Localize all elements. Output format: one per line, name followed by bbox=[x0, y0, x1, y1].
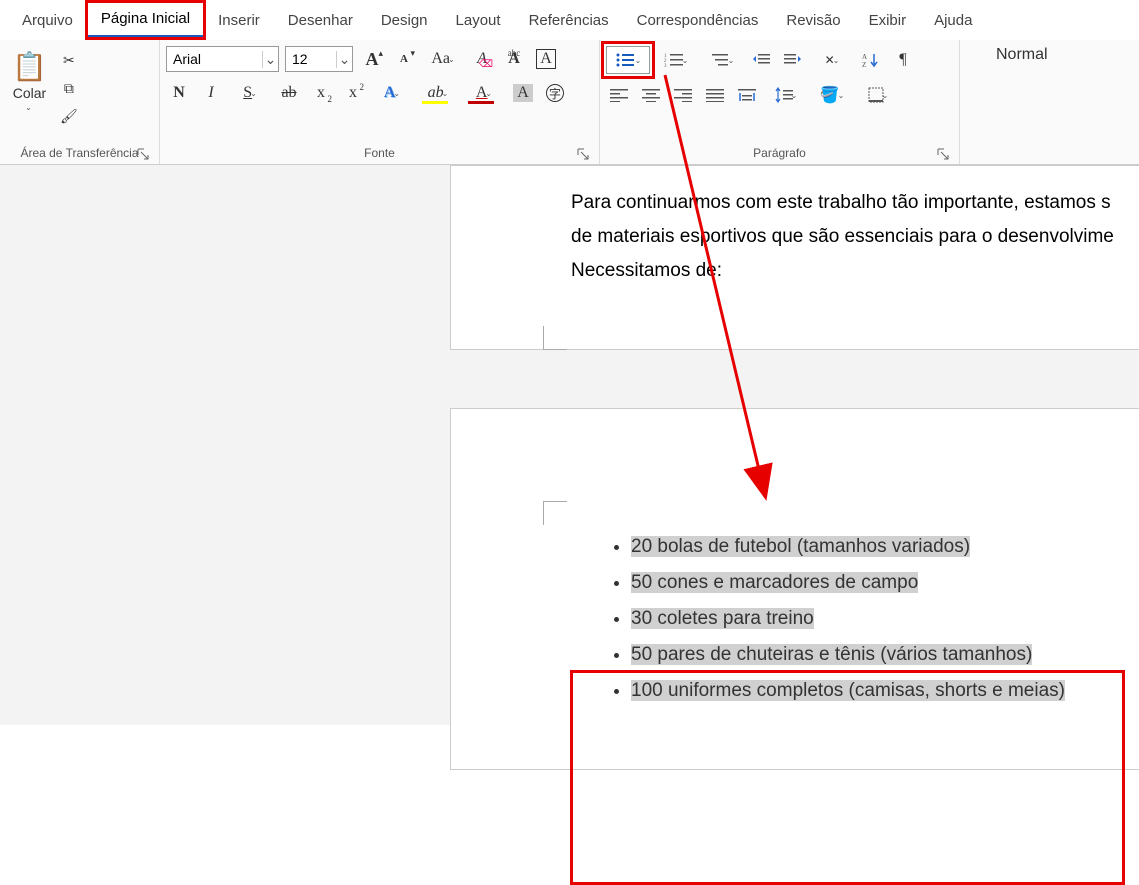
asian-layout-button[interactable]: ✕⌄ bbox=[812, 47, 852, 73]
ribbon: 📋 Colar ⌄ ✂ ⧉ 🖌 Área de Transferência ⌄ bbox=[0, 40, 1139, 165]
group-label-clipboard: Área de Transferência bbox=[6, 144, 153, 162]
format-painter-button[interactable]: 🖌 bbox=[59, 106, 79, 126]
dialog-launcher-icon[interactable] bbox=[137, 148, 149, 160]
tab-design[interactable]: Design bbox=[367, 4, 442, 37]
group-paragraph: ⌄ 123 ⌄ ⌄ ✕⌄ AZ bbox=[600, 40, 960, 164]
multilevel-list-button[interactable]: ⌄ bbox=[702, 47, 742, 73]
align-center-button[interactable] bbox=[638, 82, 664, 108]
bullets-button[interactable]: ⌄ bbox=[606, 46, 650, 74]
list-item[interactable]: 30 coletes para treino bbox=[631, 601, 1109, 637]
chevron-down-icon: ⌄ bbox=[25, 103, 32, 112]
chevron-down-icon: ⌄ bbox=[635, 56, 642, 65]
tab-inserir[interactable]: Inserir bbox=[204, 4, 274, 37]
dialog-launcher-icon[interactable] bbox=[937, 148, 949, 160]
grow-font-button[interactable]: A▴ bbox=[359, 46, 385, 72]
document-area[interactable]: Para continuarmos com este trabalho tão … bbox=[0, 165, 1139, 725]
shrink-font-button[interactable]: A▾ bbox=[391, 46, 417, 72]
tab-correspondencias[interactable]: Correspondências bbox=[623, 4, 773, 37]
paint-bucket-icon: 🪣 bbox=[820, 85, 840, 105]
copy-button[interactable]: ⧉ bbox=[59, 78, 79, 98]
tab-referencias[interactable]: Referências bbox=[515, 4, 623, 37]
page-1-bottom: Para continuarmos com este trabalho tão … bbox=[450, 165, 1139, 350]
svg-text:3: 3 bbox=[664, 64, 667, 68]
tab-desenhar[interactable]: Desenhar bbox=[274, 4, 367, 37]
scissors-icon: ✂ bbox=[63, 52, 75, 69]
clear-formatting-button[interactable]: A⌫ bbox=[469, 46, 495, 72]
numbering-button[interactable]: 123 ⌄ bbox=[656, 47, 696, 73]
paste-label: Colar bbox=[13, 85, 46, 101]
character-shading-button[interactable]: A bbox=[510, 80, 536, 106]
italic-button[interactable]: I bbox=[198, 80, 224, 106]
page-2-top: 20 bolas de futebol (tamanhos variados) … bbox=[450, 408, 1139, 770]
paragraph-text[interactable]: Para continuarmos com este trabalho tão … bbox=[451, 186, 1139, 289]
superscript-button[interactable]: x2 bbox=[340, 80, 366, 106]
subscript-button[interactable]: x2 bbox=[308, 80, 334, 106]
change-case-button[interactable]: Aa⌄ bbox=[423, 46, 463, 72]
ribbon-tabs: Arquivo Página Inicial Inserir Desenhar … bbox=[0, 0, 1139, 40]
tab-revisao[interactable]: Revisão bbox=[772, 4, 854, 37]
justify-button[interactable] bbox=[702, 82, 728, 108]
font-size-input[interactable] bbox=[286, 51, 336, 67]
cut-button[interactable]: ✂ bbox=[59, 50, 79, 70]
group-label-paragraph: Parágrafo bbox=[606, 144, 953, 162]
sort-button[interactable]: AZ bbox=[858, 47, 884, 73]
increase-indent-button[interactable] bbox=[780, 47, 806, 73]
svg-text:A: A bbox=[862, 53, 867, 61]
chevron-down-icon[interactable]: ⌄ bbox=[262, 51, 278, 68]
bold-button[interactable]: N bbox=[166, 80, 192, 106]
underline-button[interactable]: S⌄ bbox=[230, 80, 270, 106]
list-item[interactable]: 20 bolas de futebol (tamanhos variados) bbox=[631, 529, 1109, 565]
copy-icon: ⧉ bbox=[64, 80, 74, 97]
chevron-down-icon[interactable]: ⌄ bbox=[336, 51, 352, 68]
list-item[interactable]: 50 pares de chuteiras e tênis (vários ta… bbox=[631, 637, 1109, 673]
text-effects-button[interactable]: A⌄ bbox=[372, 80, 412, 106]
tab-pagina-inicial[interactable]: Página Inicial bbox=[87, 2, 204, 38]
shading-button[interactable]: 🪣⌄ bbox=[812, 82, 852, 108]
group-font: ⌄ ⌄ A▴ A▾ Aa⌄ A⌫ abcA A N I S⌄ ab x2 x2 bbox=[160, 40, 600, 164]
tab-arquivo[interactable]: Arquivo bbox=[8, 4, 87, 37]
show-paragraph-marks-button[interactable]: ¶ bbox=[890, 47, 916, 73]
font-color-button[interactable]: A⌄ bbox=[464, 80, 504, 106]
font-name-combo[interactable]: ⌄ bbox=[166, 46, 279, 72]
enclose-characters-button[interactable]: 字 bbox=[542, 80, 568, 106]
distributed-button[interactable] bbox=[734, 82, 760, 108]
tab-ajuda[interactable]: Ajuda bbox=[920, 4, 986, 37]
bulleted-list[interactable]: 20 bolas de futebol (tamanhos variados) … bbox=[571, 529, 1109, 709]
svg-text:Z: Z bbox=[862, 61, 866, 68]
highlight-button[interactable]: ab⌄ bbox=[418, 80, 458, 106]
group-styles: Normal bbox=[960, 40, 1139, 164]
paste-button[interactable]: 📋 Colar ⌄ bbox=[6, 46, 53, 116]
line-spacing-button[interactable]: ⌄ bbox=[766, 82, 806, 108]
font-name-input[interactable] bbox=[167, 51, 262, 67]
align-right-button[interactable] bbox=[670, 82, 696, 108]
strikethrough-button[interactable]: ab bbox=[276, 80, 302, 106]
tab-layout[interactable]: Layout bbox=[442, 4, 515, 37]
align-left-button[interactable] bbox=[606, 82, 632, 108]
list-item[interactable]: 100 uniformes completos (camisas, shorts… bbox=[631, 673, 1109, 709]
clipboard-icon: 📋 bbox=[12, 50, 47, 83]
decrease-indent-button[interactable] bbox=[748, 47, 774, 73]
tab-exibir[interactable]: Exibir bbox=[855, 4, 921, 37]
character-border-button[interactable]: A bbox=[533, 46, 559, 72]
group-clipboard: 📋 Colar ⌄ ✂ ⧉ 🖌 Área de Transferência bbox=[0, 40, 160, 164]
borders-button[interactable]: ⌄ bbox=[858, 82, 898, 108]
list-item[interactable]: 50 cones e marcadores de campo bbox=[631, 565, 1109, 601]
style-normal[interactable]: Normal bbox=[996, 46, 1048, 64]
phonetic-guide-button[interactable]: abcA bbox=[501, 46, 527, 72]
group-label-font: Fonte bbox=[166, 144, 593, 162]
brush-icon: 🖌 bbox=[60, 108, 78, 125]
dialog-launcher-icon[interactable] bbox=[577, 148, 589, 160]
font-size-combo[interactable]: ⌄ bbox=[285, 46, 353, 72]
